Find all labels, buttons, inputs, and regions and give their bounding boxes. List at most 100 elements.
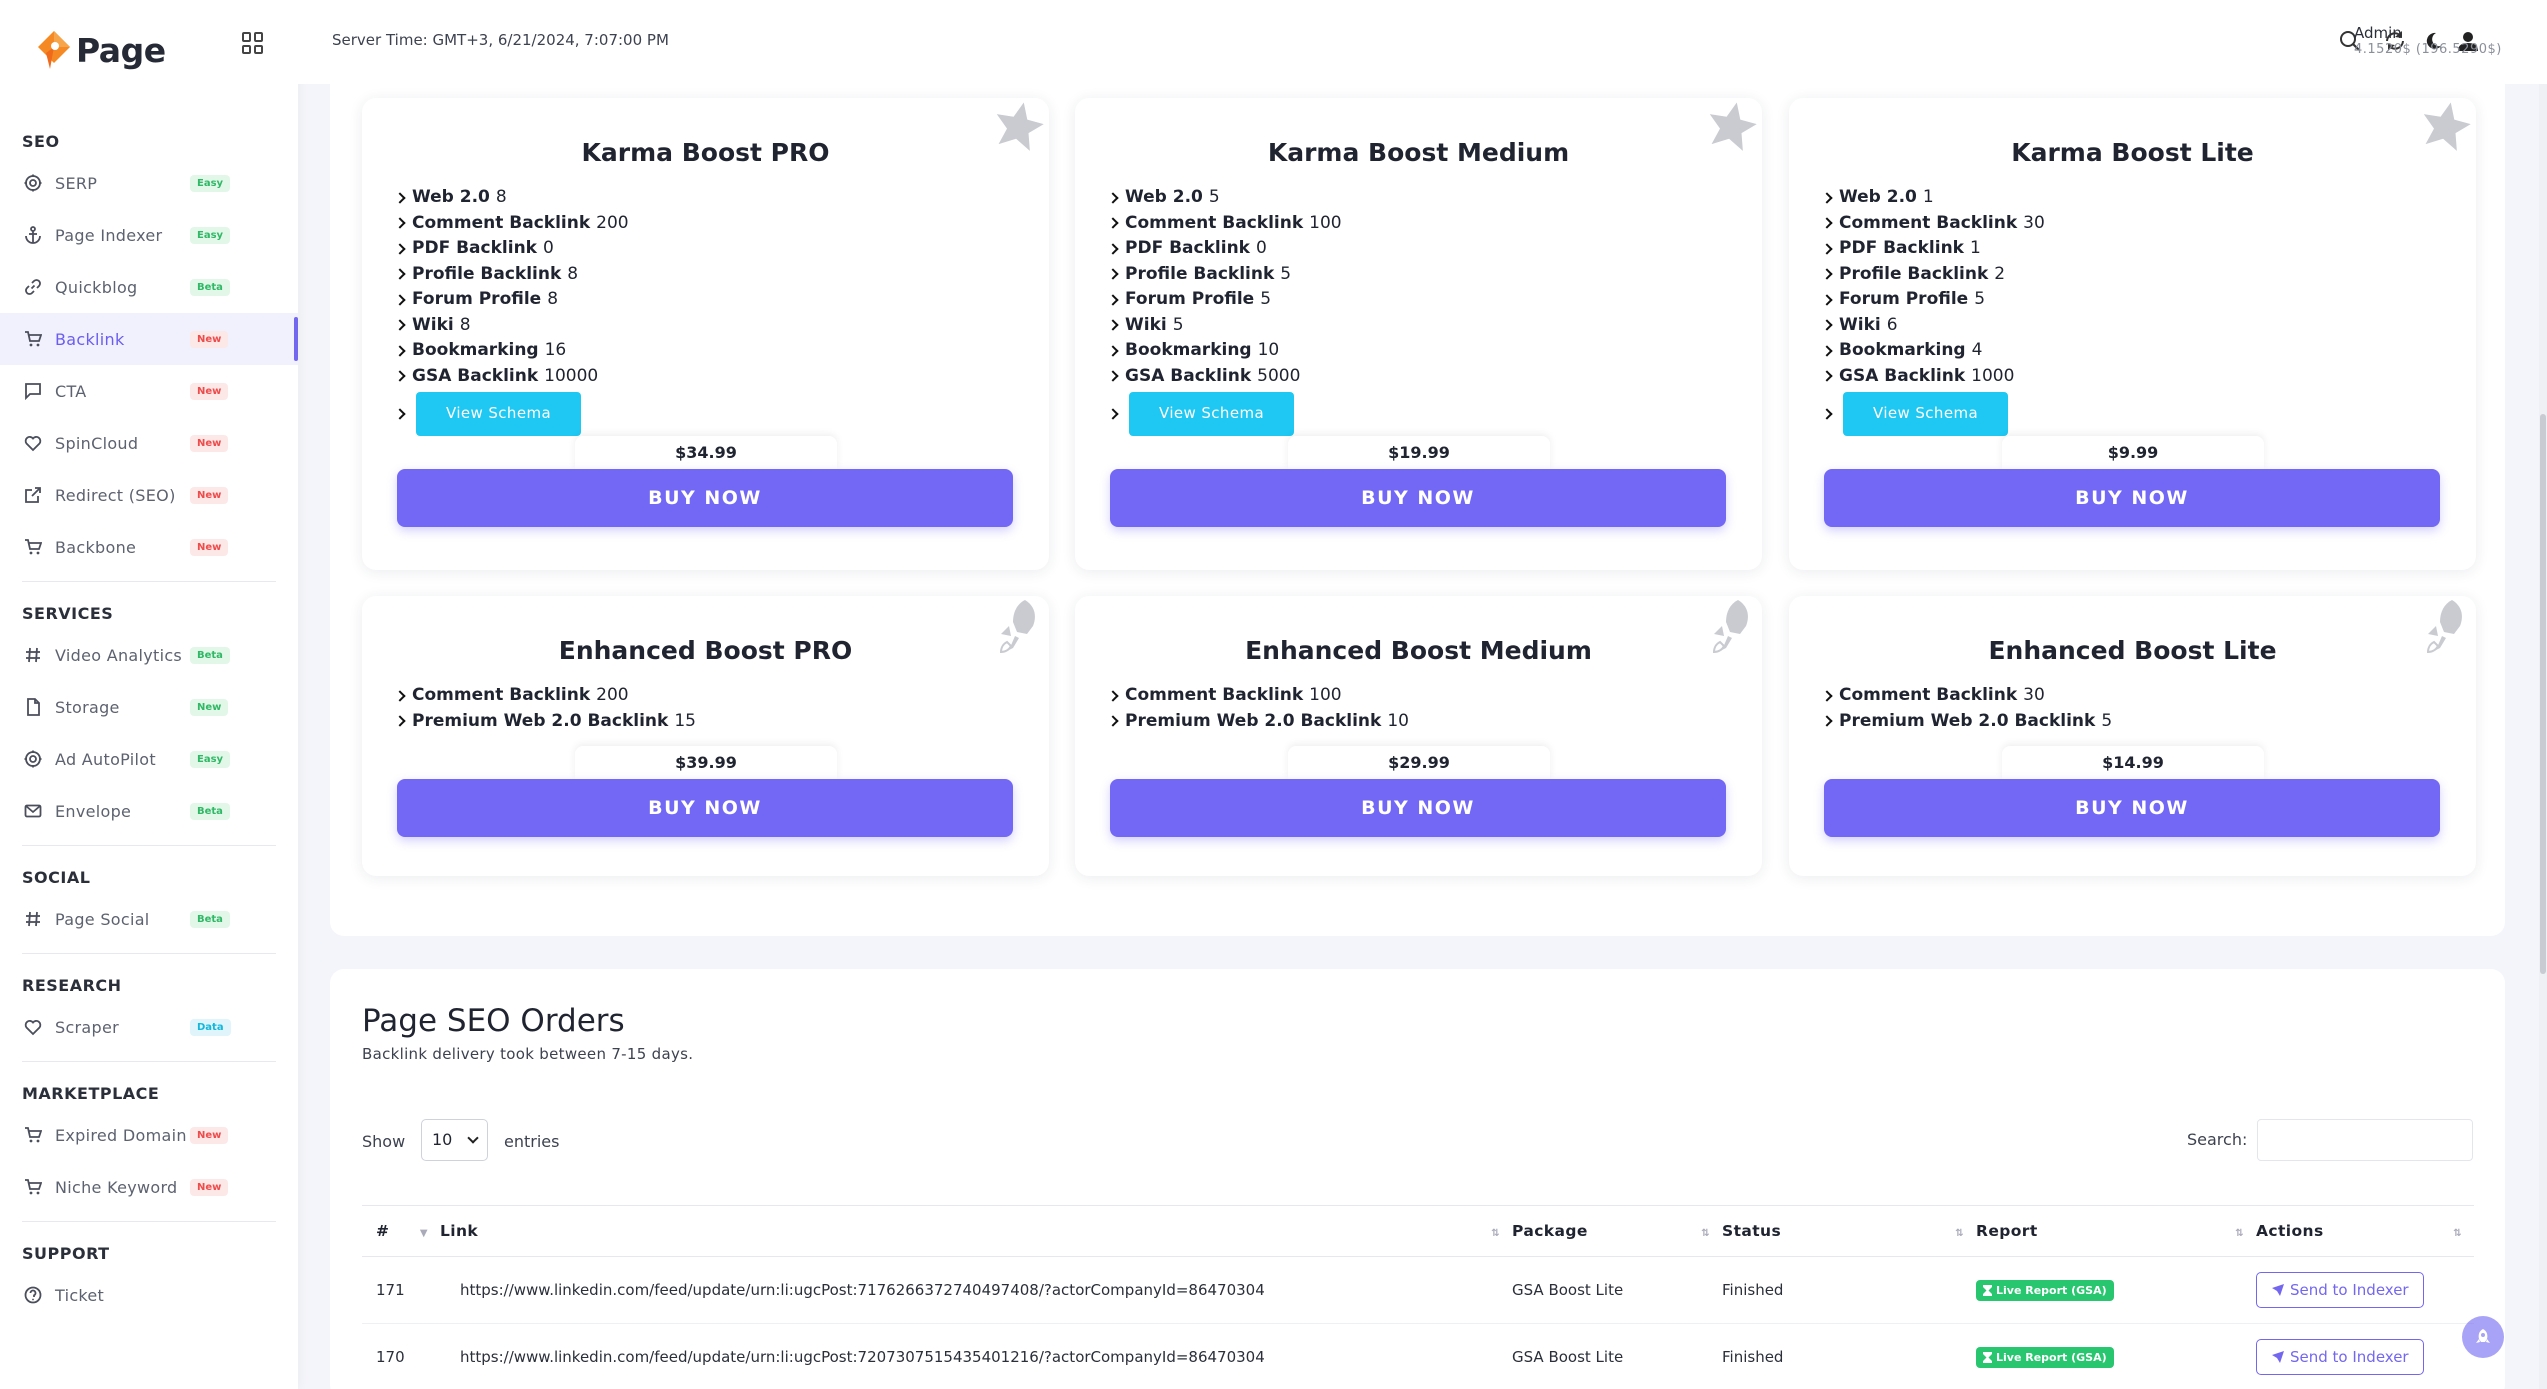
view-schema-button[interactable]: View Schema (1129, 392, 1295, 436)
feature-name: GSA Backlink (1839, 365, 1966, 386)
column-header[interactable]: Report ⇅ (1976, 1205, 2256, 1257)
sidebar-item-storage[interactable]: Storage New (0, 681, 298, 733)
sidebar-item-label: Envelope (55, 801, 132, 821)
sidebar-item-serp[interactable]: SERP Easy (0, 157, 298, 209)
package-feature: Profile Backlink 2 (1821, 262, 2476, 288)
feature-value: 0 (1255, 238, 1267, 258)
sidebar-item-ad-autopilot[interactable]: Ad AutoPilot Easy (0, 733, 298, 785)
page-scrollbar[interactable] (2539, 84, 2547, 1389)
order-actions-cell: Send to Indexer (2256, 1323, 2474, 1389)
column-header[interactable]: Package ⇅ (1512, 1205, 1722, 1257)
order-link[interactable]: https://www.linkedin.com/feed/update/urn… (440, 1256, 1512, 1324)
sidebar-item-label: Scraper (55, 1017, 120, 1037)
column-header-label: Package (1512, 1222, 1588, 1240)
comment-icon (22, 380, 44, 402)
column-header[interactable]: Actions ⇅ (2256, 1205, 2474, 1257)
search-input[interactable] (2257, 1119, 2473, 1161)
sidebar-divider (22, 1061, 276, 1062)
package-feature: Forum Profile 5 (1821, 287, 2476, 313)
scroll-top-button[interactable] (2462, 1316, 2504, 1358)
hash-icon (22, 644, 44, 666)
apps-grid-icon[interactable] (242, 32, 264, 54)
package-feature: Bookmarking 4 (1821, 338, 2476, 364)
rocket-icon (1698, 596, 1762, 660)
entries-select[interactable]: 10 (421, 1119, 488, 1161)
rocket-icon (2412, 596, 2476, 660)
feature-name: Wiki (412, 314, 454, 335)
live-report-badge[interactable]: Live Report (GSA) (1976, 1346, 2114, 1368)
sidebar-section-title: SUPPORT (22, 1244, 110, 1263)
feature-name: Web 2.0 (412, 187, 490, 207)
sort-icon[interactable]: ⇅ (2235, 1228, 2244, 1239)
sort-icon[interactable]: ⇅ (1955, 1228, 1964, 1239)
sidebar-item-scraper[interactable]: Scraper Data (0, 1001, 298, 1053)
column-header[interactable]: # ▼ (362, 1205, 440, 1257)
buy-now-button[interactable]: BUY NOW (1110, 779, 1726, 837)
package-feature-list: Web 2.0 8 Comment Backlink 200 PDF Backlink 0… (394, 185, 1049, 436)
sidebar-item-backbone[interactable]: Backbone New (0, 521, 298, 573)
live-report-badge[interactable]: Live Report (GSA) (1976, 1279, 2114, 1301)
top-header: Server Time: GMT+3, 6/21/2024, 7:07:00 P… (298, 0, 2547, 84)
sort-icon[interactable]: ⇅ (1491, 1228, 1500, 1239)
scrollbar-thumb[interactable] (2540, 414, 2546, 974)
package-title: Enhanced Boost Lite (1988, 636, 2277, 665)
orders-table: # ▼ Link ⇅ Package ⇅ Status ⇅ Report ⇅ Actions ⇅ 17… (362, 1205, 2474, 1389)
package-feature: Wiki 6 (1821, 313, 2476, 339)
send-to-indexer-button[interactable]: Send to Indexer (2256, 1272, 2424, 1308)
buy-now-button[interactable]: BUY NOW (397, 469, 1013, 527)
package-feature: PDF Backlink 0 (394, 236, 1049, 262)
orders-subtitle: Backlink delivery took between 7-15 days… (362, 1045, 694, 1063)
package-feature: Comment Backlink 30 (1821, 211, 2476, 237)
feature-value: 10 (1387, 710, 1409, 731)
feature-name: Web 2.0 (1125, 187, 1203, 207)
sidebar-item-page-indexer[interactable]: Page Indexer Easy (0, 209, 298, 261)
cart-icon (22, 328, 44, 350)
package-card: Karma Boost Lite Web 2.0 1 Comment Backlink… (1789, 98, 2476, 570)
sort-icon[interactable]: ▼ (420, 1228, 428, 1239)
column-header[interactable]: Link ⇅ (440, 1205, 1512, 1257)
sidebar-badge: Beta (190, 646, 230, 664)
chevron-right-icon (394, 192, 406, 204)
buy-now-button[interactable]: BUY NOW (1824, 469, 2440, 527)
logo-icon (38, 31, 70, 69)
package-feature: Comment Backlink 200 (394, 683, 1049, 709)
sidebar-item-cta[interactable]: CTA New (0, 365, 298, 417)
buy-now-button[interactable]: BUY NOW (397, 779, 1013, 837)
package-feature: Bookmarking 16 (394, 338, 1049, 364)
order-link[interactable]: https://www.linkedin.com/feed/update/urn… (440, 1323, 1512, 1389)
send-to-indexer-label: Send to Indexer (2290, 1281, 2409, 1299)
chevron-right-icon (394, 294, 406, 306)
sidebar-item-redirect-seo[interactable]: Redirect (SEO) New (0, 469, 298, 521)
send-to-indexer-button[interactable]: Send to Indexer (2256, 1339, 2424, 1375)
sidebar-item-quickblog[interactable]: Quickblog Beta (0, 261, 298, 313)
table-row: 171 https://www.linkedin.com/feed/update/… (362, 1256, 2474, 1324)
feature-value: 5 (1974, 289, 1986, 309)
view-schema-button[interactable]: View Schema (416, 392, 582, 436)
sidebar-item-label: Quickblog (55, 277, 138, 297)
sidebar-item-label: Expired Domain (55, 1125, 187, 1145)
order-status: Finished (1722, 1323, 1976, 1389)
buy-now-button[interactable]: BUY NOW (1824, 779, 2440, 837)
feature-name: Forum Profile (1839, 289, 1969, 309)
column-header[interactable]: Status ⇅ (1722, 1205, 1976, 1257)
sidebar-badge: Beta (190, 910, 230, 928)
sort-icon[interactable]: ⇅ (1701, 1228, 1710, 1239)
sidebar-item-backlink[interactable]: Backlink New (0, 313, 298, 365)
sidebar-item-envelope[interactable]: Envelope Beta (0, 785, 298, 837)
chevron-right-icon (1821, 217, 1833, 229)
sort-icon[interactable]: ⇅ (2453, 1228, 2462, 1239)
sidebar-item-spincloud[interactable]: SpinCloud New (0, 417, 298, 469)
view-schema-button[interactable]: View Schema (1843, 392, 2009, 436)
brand[interactable]: Page (0, 0, 298, 100)
server-time: Server Time: GMT+3, 6/21/2024, 7:07:00 P… (332, 31, 669, 49)
feature-name: Bookmarking (1125, 340, 1252, 360)
sidebar-item-ticket[interactable]: Ticket (0, 1269, 298, 1321)
sidebar-item-video-analytics[interactable]: Video Analytics Beta (0, 629, 298, 681)
sidebar-item-niche-keyword[interactable]: Niche Keyword New (0, 1161, 298, 1213)
sidebar-item-expired-domain[interactable]: Expired Domain New (0, 1109, 298, 1161)
sidebar-item-page-social[interactable]: Page Social Beta (0, 893, 298, 945)
buy-now-button[interactable]: BUY NOW (1110, 469, 1726, 527)
admin-name[interactable]: Admin (2354, 24, 2402, 42)
package-price: $14.99 (2002, 746, 2264, 780)
feature-value: 8 (547, 289, 559, 309)
